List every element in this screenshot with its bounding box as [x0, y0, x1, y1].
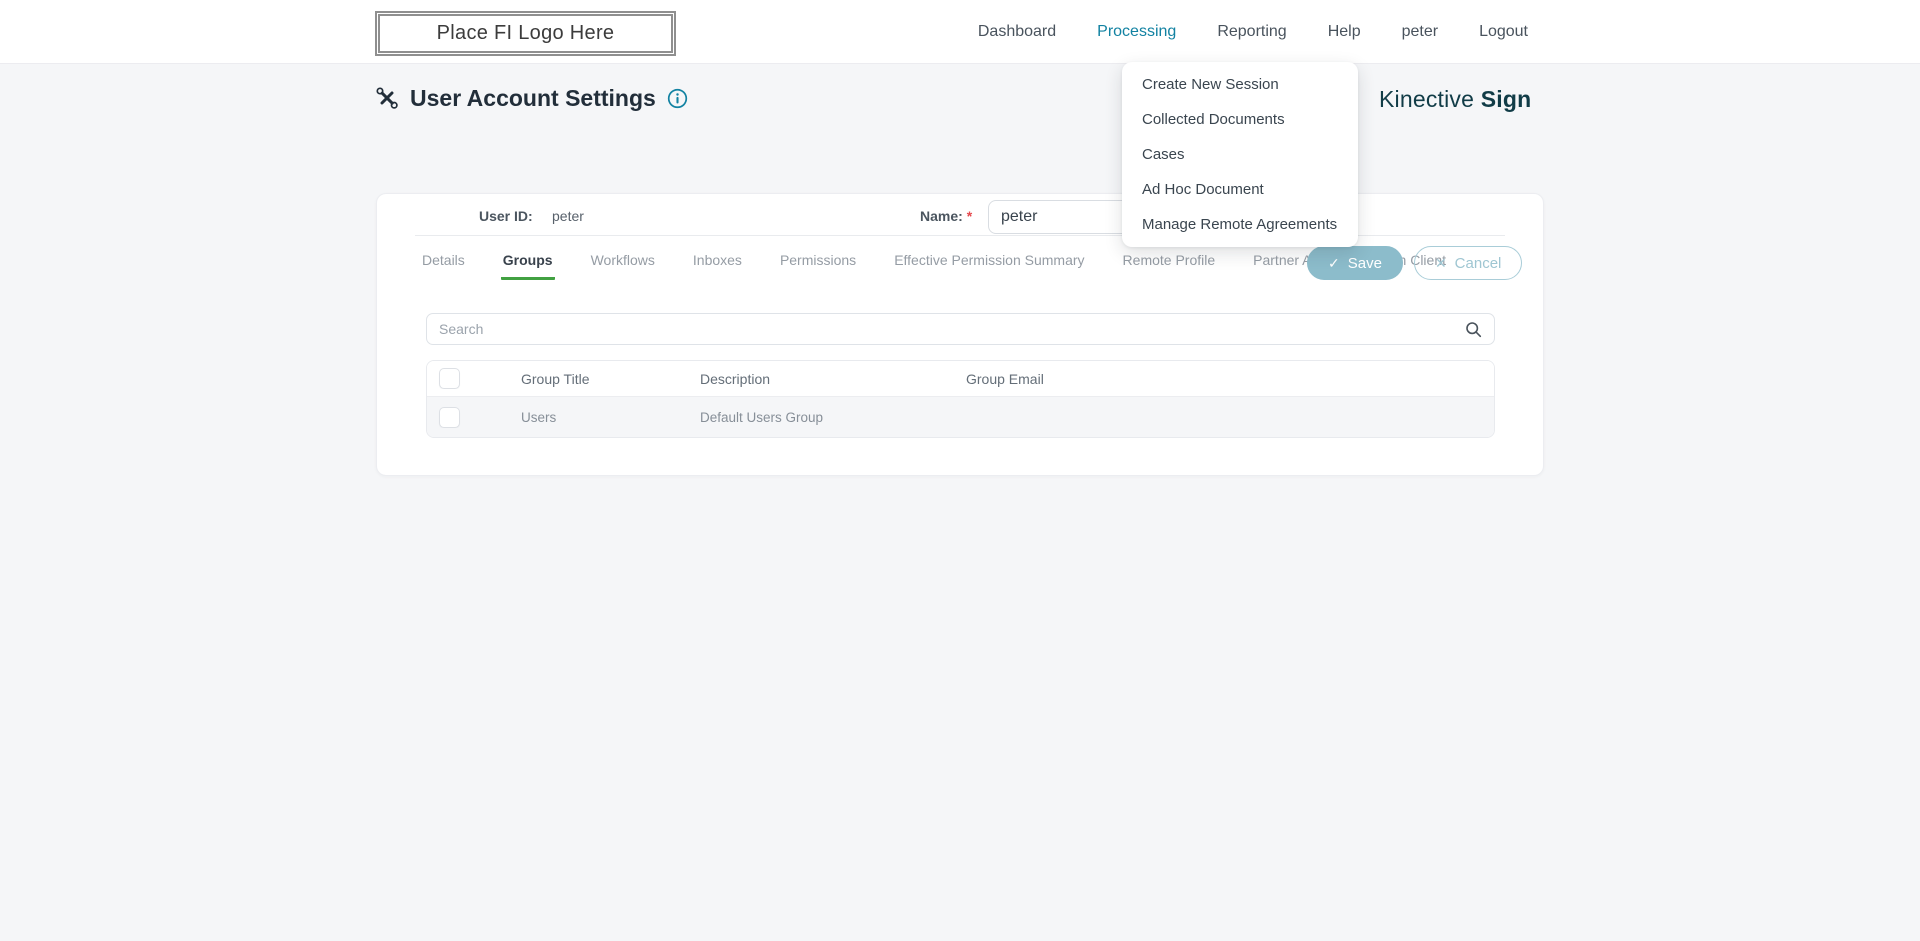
main-nav: Dashboard Processing Reporting Help pete… — [978, 0, 1528, 63]
header-description: Description — [700, 370, 771, 387]
nav-item-help[interactable]: Help — [1328, 23, 1361, 41]
cancel-button[interactable]: ✕ Cancel — [1413, 246, 1523, 280]
menu-item-manage-remote-agreements[interactable]: Manage Remote Agreements — [1122, 207, 1358, 242]
tab-remote-profile[interactable]: Remote Profile — [1121, 249, 1218, 280]
nav-item-reporting[interactable]: Reporting — [1217, 23, 1286, 41]
nav-item-processing[interactable]: Processing — [1097, 23, 1176, 41]
fi-logo-placeholder-text: Place FI Logo Here — [436, 22, 615, 44]
user-id-label: User ID: — [479, 208, 533, 224]
nav-item-user[interactable]: peter — [1402, 23, 1438, 41]
fi-logo-placeholder: Place FI Logo Here — [375, 11, 676, 56]
kinective-sign-logo: Kinective Sign — [1379, 86, 1531, 113]
check-icon: ✓ — [1328, 255, 1340, 271]
top-navbar: Place FI Logo Here Dashboard Processing … — [0, 0, 1920, 64]
groups-table: Group Title Description Group Email User… — [426, 360, 1495, 438]
required-marker: * — [966, 208, 973, 224]
name-label: Name: * — [920, 208, 973, 224]
user-id-value: peter — [552, 208, 584, 224]
menu-item-collected-documents[interactable]: Collected Documents — [1122, 102, 1358, 137]
form-actions: ✓ Save ✕ Cancel — [1307, 246, 1523, 280]
search-icon[interactable] — [1465, 321, 1482, 343]
page-title: User Account Settings — [410, 84, 656, 111]
search-input[interactable] — [427, 314, 1494, 344]
nav-item-logout[interactable]: Logout — [1479, 23, 1528, 41]
group-search — [426, 313, 1495, 345]
select-all-checkbox[interactable] — [439, 368, 460, 389]
tab-workflows[interactable]: Workflows — [589, 249, 657, 280]
nav-item-dashboard[interactable]: Dashboard — [978, 23, 1056, 41]
groups-table-header: Group Title Description Group Email — [427, 361, 1494, 397]
header-group-email: Group Email — [966, 370, 1044, 387]
tools-icon — [375, 86, 399, 110]
app-viewport: Place FI Logo Here Dashboard Processing … — [0, 0, 1920, 941]
cell-description: Default Users Group — [700, 409, 824, 425]
header-group-title: Group Title — [521, 370, 590, 387]
user-account-card: User ID: peter Name: * Details Groups Wo… — [376, 193, 1544, 476]
table-row[interactable]: Users Default Users Group — [427, 397, 1494, 437]
tab-inboxes[interactable]: Inboxes — [691, 249, 744, 280]
page-heading: User Account Settings — [375, 83, 688, 113]
menu-item-ad-hoc-document[interactable]: Ad Hoc Document — [1122, 172, 1358, 207]
menu-item-create-new-session[interactable]: Create New Session — [1122, 67, 1358, 102]
brand-bold: Sign — [1480, 86, 1532, 112]
cell-group-title: Users — [521, 409, 557, 425]
x-icon: ✕ — [1434, 255, 1447, 271]
brand-regular: Kinective — [1379, 86, 1475, 112]
info-icon[interactable] — [667, 88, 688, 109]
settings-tabs: Details Groups Workflows Inboxes Permiss… — [420, 249, 1448, 285]
menu-item-cases[interactable]: Cases — [1122, 137, 1358, 172]
tab-groups[interactable]: Groups — [500, 249, 555, 280]
tab-permissions[interactable]: Permissions — [778, 249, 858, 280]
save-button[interactable]: ✓ Save — [1307, 246, 1403, 280]
row-checkbox[interactable] — [439, 406, 460, 428]
tab-details[interactable]: Details — [420, 249, 467, 280]
tab-effective-permission-summary[interactable]: Effective Permission Summary — [892, 249, 1086, 280]
identity-row: User ID: peter Name: * — [377, 194, 1543, 236]
processing-dropdown-menu: Create New Session Collected Documents C… — [1122, 62, 1358, 247]
